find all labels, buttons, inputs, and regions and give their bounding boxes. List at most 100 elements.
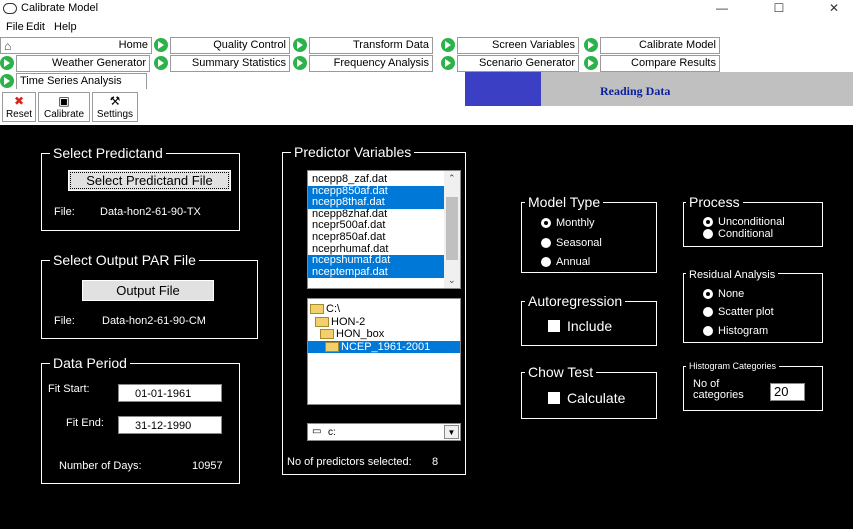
- nav-transform-data-button[interactable]: Transform Data: [309, 37, 433, 54]
- predictor-file-list[interactable]: ncepp8_zaf.dat ncepp850af.dat ncepp8thaf.d…: [307, 170, 461, 289]
- nav-label: Transform Data: [352, 39, 429, 51]
- chow-test-title: Chow Test: [525, 364, 597, 380]
- dir-item[interactable]: HON_box: [308, 328, 460, 341]
- status-text: Reading Data: [600, 84, 671, 98]
- autoregression-group: Autoregression Include: [521, 293, 657, 346]
- predictand-group-title: Select Predictand: [50, 145, 166, 161]
- nav-quality-control-button[interactable]: Quality Control: [170, 37, 290, 54]
- dir-label: HON-2: [331, 315, 366, 328]
- select-predictand-button[interactable]: Select Predictand File: [68, 170, 231, 191]
- scroll-down-icon[interactable]: ⌄: [448, 275, 456, 286]
- minimize-button[interactable]: —: [700, 0, 744, 18]
- days-label: Number of Days:: [59, 460, 142, 472]
- radio-none[interactable]: None: [703, 288, 744, 300]
- directory-list[interactable]: C:\ HON-2 HON_box NCEP_1961-2001: [307, 298, 461, 405]
- radio-seasonal[interactable]: Seasonal: [541, 237, 602, 249]
- radio-scatter-plot[interactable]: Scatter plot: [703, 306, 774, 318]
- nav-label: Frequency Analysis: [333, 57, 429, 69]
- radio-histogram[interactable]: Histogram: [703, 325, 768, 337]
- predictor-file-item[interactable]: ncepr850af.dat: [308, 231, 445, 244]
- nav-weather-generator-button[interactable]: Weather Generator: [16, 55, 150, 72]
- chart-icon: ▣: [58, 94, 70, 108]
- nav-scenario-generator-button[interactable]: Scenario Generator: [457, 55, 579, 72]
- output-group: Select Output PAR File Output File File:…: [41, 252, 258, 339]
- fit-start-input[interactable]: 01-01-1961: [118, 384, 222, 402]
- histogram-title: Histogram Categories: [686, 361, 780, 372]
- histogram-group: Histogram Categories No of categories 20: [683, 361, 823, 411]
- residual-group: Residual Analysis None Scatter plot Hist…: [683, 267, 823, 343]
- scrollbar[interactable]: ⌃ ⌄: [444, 171, 460, 288]
- maximize-button[interactable]: ☐: [757, 0, 801, 18]
- nav-summary-statistics-button[interactable]: Summary Statistics: [170, 55, 290, 72]
- radio-monthly[interactable]: Monthly: [541, 217, 595, 229]
- dir-label: HON_box: [336, 328, 385, 340]
- days-value: 10957: [192, 460, 223, 472]
- radio-unconditional[interactable]: Unconditional: [703, 216, 785, 228]
- predictand-file-value: Data-hon2-61-90-TX: [100, 206, 201, 218]
- arrow-right-icon: [293, 56, 307, 70]
- dir-label: NCEP_1961-2001: [341, 340, 431, 353]
- arrow-right-icon: [154, 38, 168, 52]
- nav-home-button[interactable]: ⌂ Home: [0, 37, 152, 54]
- fit-start-label: Fit Start:: [48, 383, 90, 395]
- radio-annual[interactable]: Annual: [541, 256, 590, 268]
- predictor-file-item[interactable]: ncepshumaf.dat: [308, 255, 445, 267]
- nav-screen-variables-button[interactable]: Screen Variables: [457, 37, 579, 54]
- settings-button[interactable]: ⚒ Settings: [92, 92, 138, 122]
- arrow-right-icon: [293, 38, 307, 52]
- arrow-right-icon: [441, 56, 455, 70]
- nav-label: Compare Results: [631, 57, 716, 69]
- data-period-group: Data Period Fit Start: 01-01-1961 Fit En…: [41, 355, 240, 484]
- dir-item[interactable]: HON-2: [308, 316, 460, 329]
- reset-button[interactable]: ✖ Reset: [2, 92, 36, 122]
- nav-time-series-analysis-button[interactable]: Time Series Analysis: [16, 73, 147, 90]
- arrow-right-icon: [0, 56, 14, 70]
- dir-item[interactable]: C:\: [308, 303, 460, 316]
- predictor-file-item[interactable]: nceptempaf.dat: [308, 266, 445, 279]
- arrow-right-icon: [154, 56, 168, 70]
- home-icon: ⌂: [4, 39, 12, 53]
- scroll-thumb[interactable]: [446, 197, 458, 260]
- title-bar: Calibrate Model — ☐ ✕: [0, 0, 853, 18]
- model-type-group: Model Type Monthly Seasonal Annual: [521, 194, 657, 273]
- data-period-title: Data Period: [50, 355, 130, 371]
- process-group: Process Unconditional Conditional: [683, 194, 823, 247]
- app-icon: [3, 3, 17, 14]
- predictor-file-item[interactable]: ncepp8_zaf.dat: [308, 173, 445, 186]
- nav-frequency-analysis-button[interactable]: Frequency Analysis: [309, 55, 433, 72]
- tools-icon: ⚒: [109, 94, 121, 108]
- nav-label: Scenario Generator: [479, 57, 575, 69]
- categories-label-line2: categories: [693, 389, 744, 401]
- drive-icon: ▭: [312, 426, 322, 437]
- predictor-count-value: 8: [432, 456, 439, 468]
- predictand-file-label: File:: [54, 206, 75, 218]
- nav-calibrate-model-button[interactable]: Calibrate Model: [600, 37, 720, 54]
- drive-value: c:: [328, 427, 336, 438]
- fit-end-label: Fit End:: [66, 417, 104, 429]
- arrow-right-icon: [441, 38, 455, 52]
- scroll-up-icon[interactable]: ⌃: [448, 173, 456, 184]
- nav-label: Calibrate Model: [638, 39, 716, 51]
- calculate-checkbox[interactable]: Calculate: [548, 390, 625, 406]
- fit-end-input[interactable]: 31-12-1990: [118, 416, 222, 434]
- nav-compare-results-button[interactable]: Compare Results: [600, 55, 720, 72]
- categories-input[interactable]: 20: [770, 383, 805, 401]
- radio-conditional[interactable]: Conditional: [703, 228, 773, 240]
- output-file-button[interactable]: Output File: [82, 280, 214, 301]
- drive-select[interactable]: ▭ c: ▼: [307, 423, 461, 441]
- menu-file[interactable]: File: [6, 21, 24, 33]
- calibrate-button[interactable]: ▣ Calibrate: [38, 92, 90, 122]
- reset-icon: ✖: [13, 94, 25, 108]
- folder-open-icon: [325, 341, 339, 352]
- predictors-group: Predictor Variables ncepp8_zaf.dat ncepp8…: [282, 144, 466, 475]
- folder-icon: [315, 316, 329, 327]
- calibrate-label: Calibrate: [43, 109, 85, 120]
- dir-item-selected[interactable]: NCEP_1961-2001: [308, 340, 460, 353]
- menu-help[interactable]: Help: [54, 21, 77, 33]
- close-button[interactable]: ✕: [812, 0, 853, 18]
- include-checkbox[interactable]: Include: [548, 318, 612, 334]
- menu-edit[interactable]: Edit: [26, 21, 45, 33]
- folder-icon: [310, 304, 324, 315]
- chevron-down-icon[interactable]: ▼: [444, 425, 459, 439]
- progress-fill: [465, 72, 541, 106]
